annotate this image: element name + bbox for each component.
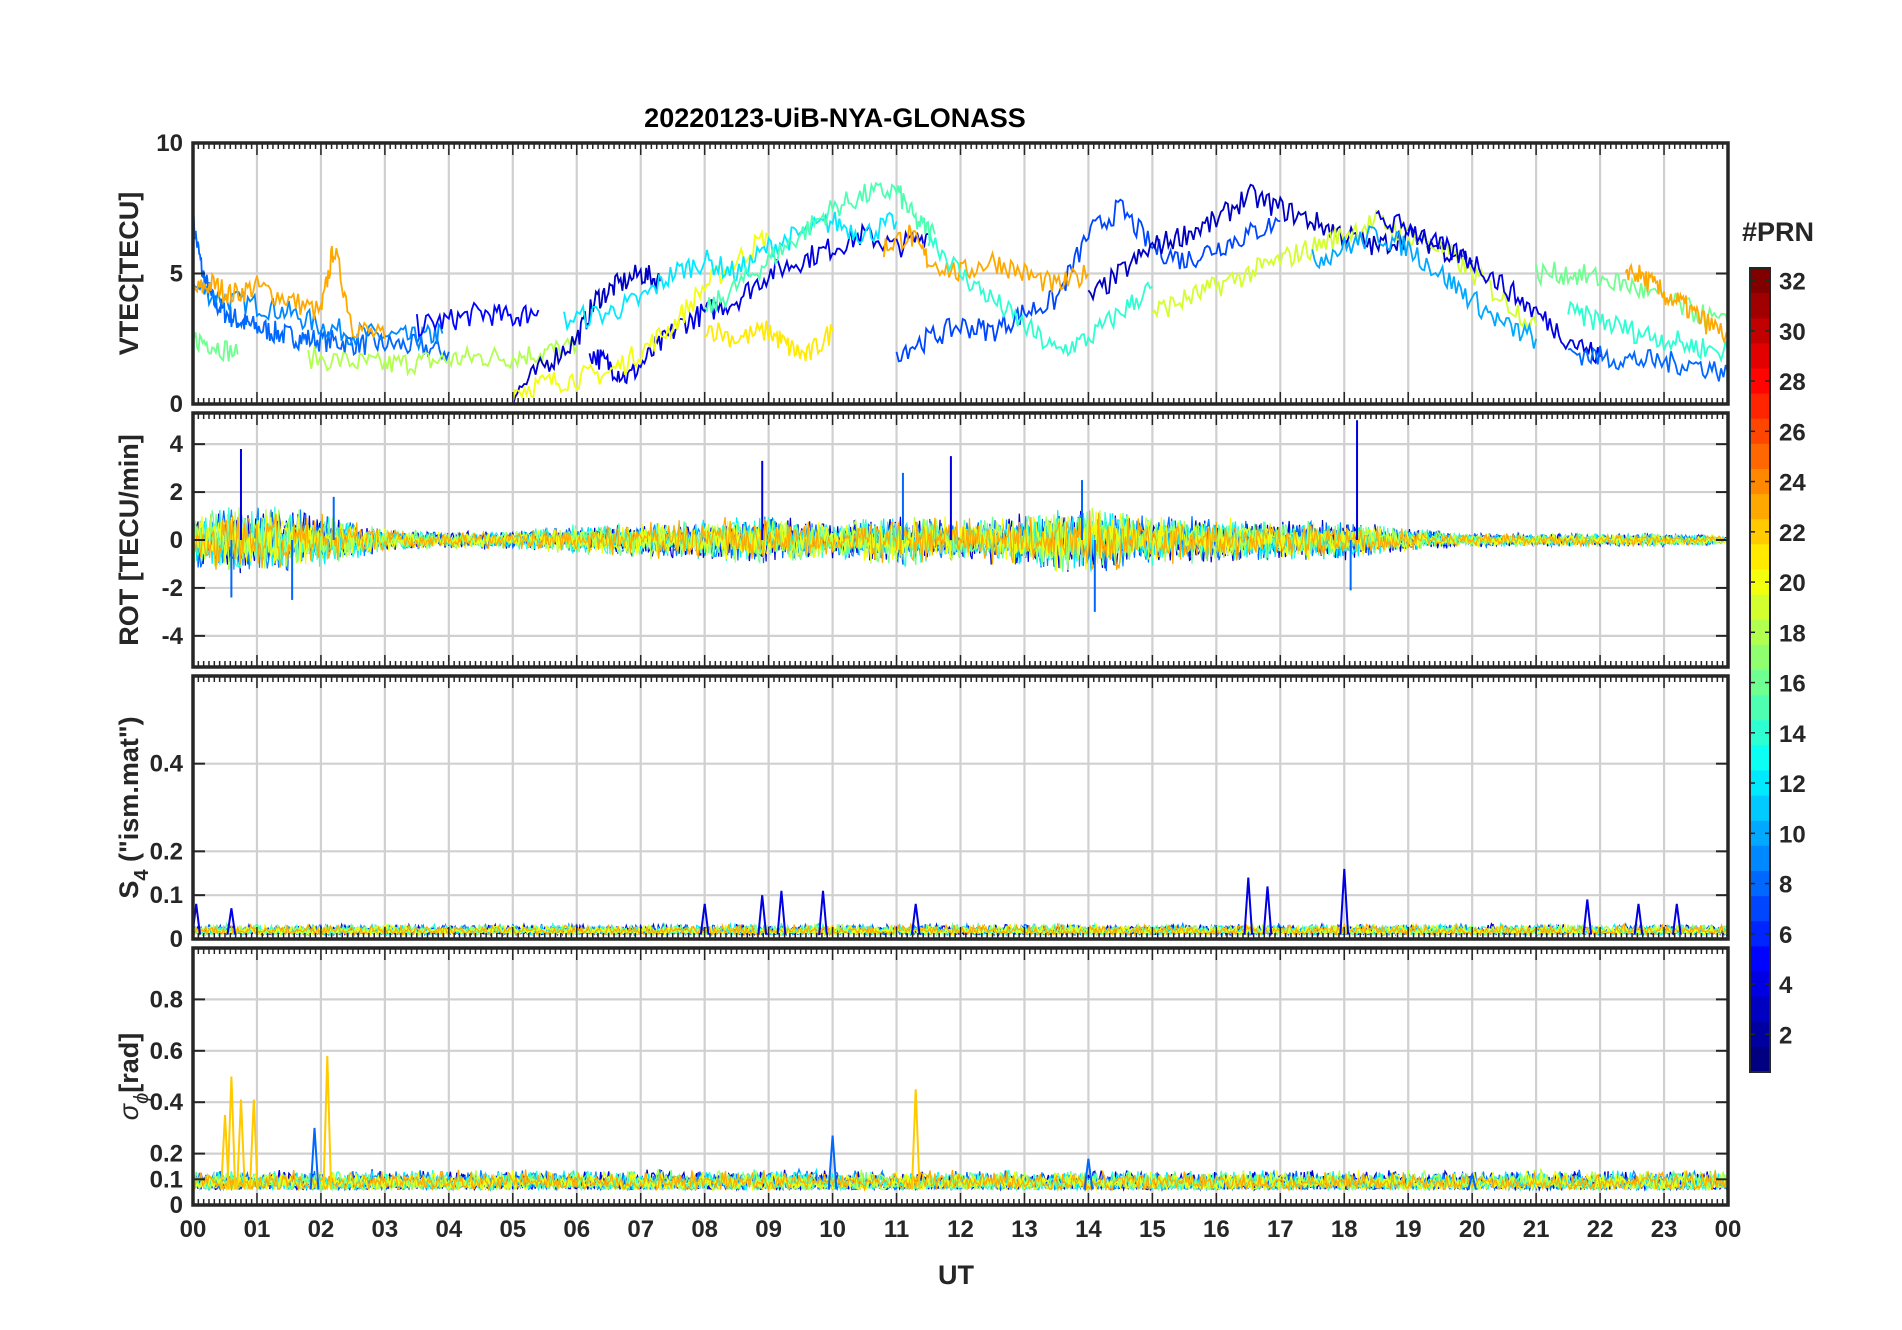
y-axis-title: σϕ[rad] xyxy=(114,1033,153,1120)
y-tick-label: 4 xyxy=(170,431,184,458)
y-axis-title: ROT [TECU/min] xyxy=(114,434,144,645)
y-axis-title: S4 ("ism.mat") xyxy=(114,716,153,898)
colorbar-segment xyxy=(1750,896,1770,922)
colorbar-tick-label: 10 xyxy=(1779,821,1806,848)
x-axis-title: UT xyxy=(938,1260,974,1290)
x-tick-label: 17 xyxy=(1267,1216,1294,1243)
y-tick-label: 5 xyxy=(170,261,183,288)
x-tick-label: 02 xyxy=(308,1216,335,1243)
colorbar-tick-label: 4 xyxy=(1779,972,1793,999)
x-tick-label: 12 xyxy=(947,1216,974,1243)
colorbar-segment xyxy=(1750,393,1770,420)
colorbar-segment xyxy=(1750,544,1770,571)
y-tick-label: 0.8 xyxy=(150,986,183,1013)
chart-title: 20220123-UiB-NYA-GLONASS xyxy=(644,103,1026,133)
x-tick-label: 00 xyxy=(180,1216,207,1243)
colorbar-tick-label: 18 xyxy=(1779,620,1806,647)
x-tick-label: 20 xyxy=(1459,1216,1486,1243)
x-tick-label: 01 xyxy=(244,1216,271,1243)
y-tick-label: -2 xyxy=(162,575,183,602)
x-tick-label: 14 xyxy=(1075,1216,1102,1243)
colorbar-tick-label: 16 xyxy=(1779,671,1806,698)
colorbar-label: #PRN xyxy=(1742,217,1814,247)
x-tick-label: 06 xyxy=(563,1216,590,1243)
colorbar-segment xyxy=(1750,293,1770,319)
x-tick-label: 19 xyxy=(1395,1216,1422,1243)
x-tick-label: 00 xyxy=(1715,1216,1742,1243)
y-tick-label: 0 xyxy=(170,926,183,953)
colorbar-segment xyxy=(1750,1046,1770,1073)
y-tick-label: 0 xyxy=(170,527,183,554)
panel-vtec: 0 5 10 VTEC[TECU] xyxy=(114,130,1730,418)
colorbar-segment xyxy=(1750,695,1770,721)
panel-s4: 0 0.1 0.2 0.4S4 ("ism.mat") xyxy=(114,674,1730,953)
colorbar-tick-label: 22 xyxy=(1779,520,1806,547)
y-tick-label: 0.1 xyxy=(150,1166,183,1193)
y-tick-label: 0.4 xyxy=(150,1089,184,1116)
colorbar-tick-label: 30 xyxy=(1779,319,1806,346)
x-axis: 00 01 02 03 04 05 06 07 08 09 10 11 12 13 14 15 16 17 18 19… xyxy=(180,1216,1742,1243)
colorbar-tick-label: 6 xyxy=(1779,922,1792,949)
colorbar-segment xyxy=(1750,795,1770,822)
colorbar-segment xyxy=(1750,644,1770,671)
panel-sigma: 00.10.2 0.4 0.6 0.8 σϕ[rad] xyxy=(114,946,1730,1219)
figure: 20220123-UiB-NYA-GLONASS 0510VTEC[TECU]-… xyxy=(114,103,1814,1290)
colorbar-tick-label: 8 xyxy=(1779,872,1792,899)
colorbar-tick-label: 32 xyxy=(1779,269,1806,296)
colorbar-tick-label: 24 xyxy=(1779,470,1806,497)
x-tick-label: 13 xyxy=(1011,1216,1038,1243)
y-tick-label: 0.6 xyxy=(150,1038,183,1065)
colorbar-tick-label: 28 xyxy=(1779,369,1806,396)
y-tick-label: 0.2 xyxy=(150,838,183,865)
x-tick-label: 11 xyxy=(884,1216,909,1243)
colorbar-tick-label: 14 xyxy=(1779,721,1806,748)
x-tick-label: 08 xyxy=(691,1216,718,1243)
colorbar-tick-label: 12 xyxy=(1779,771,1806,798)
x-tick-label: 07 xyxy=(627,1216,654,1243)
x-tick-label: 18 xyxy=(1331,1216,1358,1243)
x-tick-label: 05 xyxy=(499,1216,526,1243)
colorbar-segment xyxy=(1750,996,1770,1023)
y-tick-label: -4 xyxy=(162,623,184,650)
y-tick-label: 0 xyxy=(170,1192,183,1219)
colorbar-segment xyxy=(1750,343,1770,370)
x-tick-label: 04 xyxy=(435,1216,462,1243)
x-tick-label: 09 xyxy=(755,1216,782,1243)
y-tick-label: 0.4 xyxy=(150,751,184,778)
x-tick-label: 16 xyxy=(1203,1216,1230,1243)
y-tick-label: 0 xyxy=(170,391,183,418)
colorbar-segment xyxy=(1750,443,1770,470)
y-tick-label: 10 xyxy=(156,130,183,157)
colorbar-segment xyxy=(1750,745,1770,772)
y-tick-label: 0.2 xyxy=(150,1141,183,1168)
colorbar-tick-label: 20 xyxy=(1779,570,1806,597)
y-axis-title: VTEC[TECU] xyxy=(114,192,144,356)
colorbar-segment xyxy=(1750,594,1770,621)
x-tick-label: 03 xyxy=(372,1216,399,1243)
colorbar-segment xyxy=(1750,494,1770,520)
y-tick-label: 0.1 xyxy=(150,882,183,909)
y-tick-label: 2 xyxy=(170,479,183,506)
x-tick-label: 21 xyxy=(1523,1216,1550,1243)
colorbar: 32 30 28 26 24 22 20 18 16 14 12 10 8 6 4 2 xyxy=(1749,267,1806,1073)
colorbar-tick-label: 2 xyxy=(1779,1022,1792,1049)
x-tick-label: 23 xyxy=(1651,1216,1678,1243)
colorbar-tick-label: 26 xyxy=(1779,419,1806,446)
panel-rot: -4 -2 0 2 4 ROT [TECU/min] xyxy=(114,411,1730,669)
colorbar-segment xyxy=(1750,845,1770,872)
colorbar-segment xyxy=(1750,946,1770,973)
panels: 0510VTEC[TECU]-4-2024ROT [TECU/min]00.10… xyxy=(114,130,1730,1219)
x-tick-label: 22 xyxy=(1587,1216,1614,1243)
x-tick-label: 15 xyxy=(1139,1216,1166,1243)
x-tick-label: 10 xyxy=(819,1216,846,1243)
